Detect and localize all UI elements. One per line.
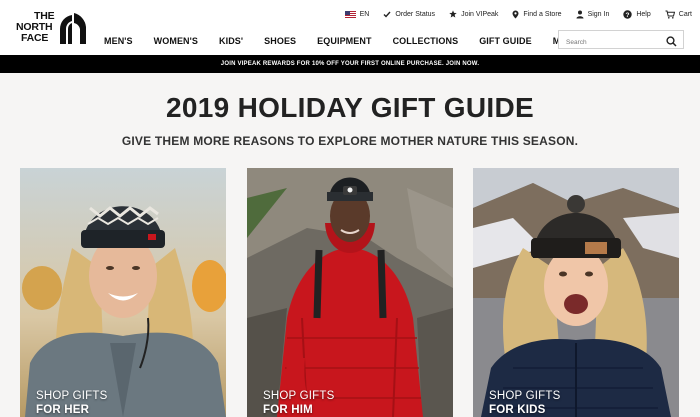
sign-in-label: Sign In bbox=[587, 10, 610, 18]
join-vipeak-label: Join VIPeak bbox=[461, 10, 499, 18]
nav-item-kids[interactable]: KIDS' bbox=[219, 36, 243, 46]
nav-item-gift-guide[interactable]: GIFT GUIDE bbox=[479, 36, 532, 46]
nav-item-womens[interactable]: WOMEN'S bbox=[154, 36, 198, 46]
shop-gifts-for-kids-tile[interactable]: SHOP GIFTS FOR KIDS bbox=[473, 168, 679, 417]
help-label: Help bbox=[636, 10, 651, 18]
shop-gifts-for-him-tile[interactable]: SHOP GIFTS FOR HIM bbox=[247, 168, 453, 417]
tile-line2: FOR HER bbox=[36, 404, 90, 416]
help-link[interactable]: ? Help bbox=[623, 9, 651, 19]
tile-line1: SHOP GIFTS bbox=[489, 390, 561, 402]
utility-bar: EN Order Status Join VIPeak Find a Store… bbox=[331, 8, 692, 20]
user-icon bbox=[576, 10, 584, 19]
find-store-link[interactable]: Find a Store bbox=[512, 10, 562, 19]
help-icon: ? bbox=[623, 9, 633, 19]
join-vipeak-link[interactable]: Join VIPeak bbox=[449, 10, 498, 18]
language-selector[interactable]: EN bbox=[344, 10, 370, 18]
tile-line1: SHOP GIFTS bbox=[263, 390, 335, 402]
search-input[interactable] bbox=[564, 34, 668, 51]
main-nav: MEN'S WOMEN'S KIDS' SHOES EQUIPMENT COLL… bbox=[104, 36, 601, 46]
promo-banner[interactable]: JOIN VIPEAK REWARDS FOR 10% OFF YOUR FIR… bbox=[0, 55, 700, 73]
tile-line1: SHOP GIFTS bbox=[36, 390, 108, 402]
cart-link[interactable]: Cart bbox=[665, 10, 692, 19]
tile-line2: FOR KIDS bbox=[489, 404, 546, 416]
us-flag-icon bbox=[344, 10, 356, 18]
map-pin-icon bbox=[512, 10, 519, 19]
man-hiking-image bbox=[247, 168, 453, 417]
checkmark-icon bbox=[383, 11, 391, 18]
order-status-link[interactable]: Order Status bbox=[383, 11, 435, 18]
nav-item-shoes[interactable]: SHOES bbox=[264, 36, 296, 46]
find-store-label: Find a Store bbox=[523, 10, 562, 18]
tile-label-him: SHOP GIFTS FOR HIM bbox=[263, 390, 334, 417]
nav-item-collections[interactable]: COLLECTIONS bbox=[393, 36, 459, 46]
language-label: EN bbox=[359, 10, 370, 18]
tile-label-her: SHOP GIFTS FOR HER bbox=[36, 390, 107, 417]
sign-in-link[interactable]: Sign In bbox=[576, 10, 610, 19]
nav-item-equipment[interactable]: EQUIPMENT bbox=[317, 36, 371, 46]
tile-label-kids: SHOP GIFTS FOR KIDS bbox=[489, 390, 560, 417]
shop-gifts-for-her-tile[interactable]: SHOP GIFTS FOR HER bbox=[20, 168, 226, 417]
page-title: 2019 HOLIDAY GIFT GUIDE bbox=[166, 92, 534, 123]
order-status-label: Order Status bbox=[395, 10, 436, 18]
tile-line2: FOR HIM bbox=[263, 404, 313, 416]
star-icon bbox=[449, 10, 457, 18]
svg-text:?: ? bbox=[626, 11, 630, 18]
brand-logo[interactable]: THE NORTH FACE bbox=[14, 9, 86, 47]
child-portrait-image bbox=[473, 168, 679, 417]
half-dome-icon bbox=[59, 13, 86, 44]
search-box bbox=[558, 30, 684, 52]
search-icon[interactable] bbox=[666, 34, 677, 52]
woman-portrait-image bbox=[20, 168, 226, 417]
cart-icon bbox=[665, 10, 675, 19]
logo-text-face: FACE bbox=[21, 32, 49, 44]
nav-item-mens[interactable]: MEN'S bbox=[104, 36, 133, 46]
page-subtitle: GIVE THEM MORE REASONS TO EXPLORE MOTHER… bbox=[121, 134, 579, 148]
cart-label: Cart bbox=[678, 10, 692, 18]
